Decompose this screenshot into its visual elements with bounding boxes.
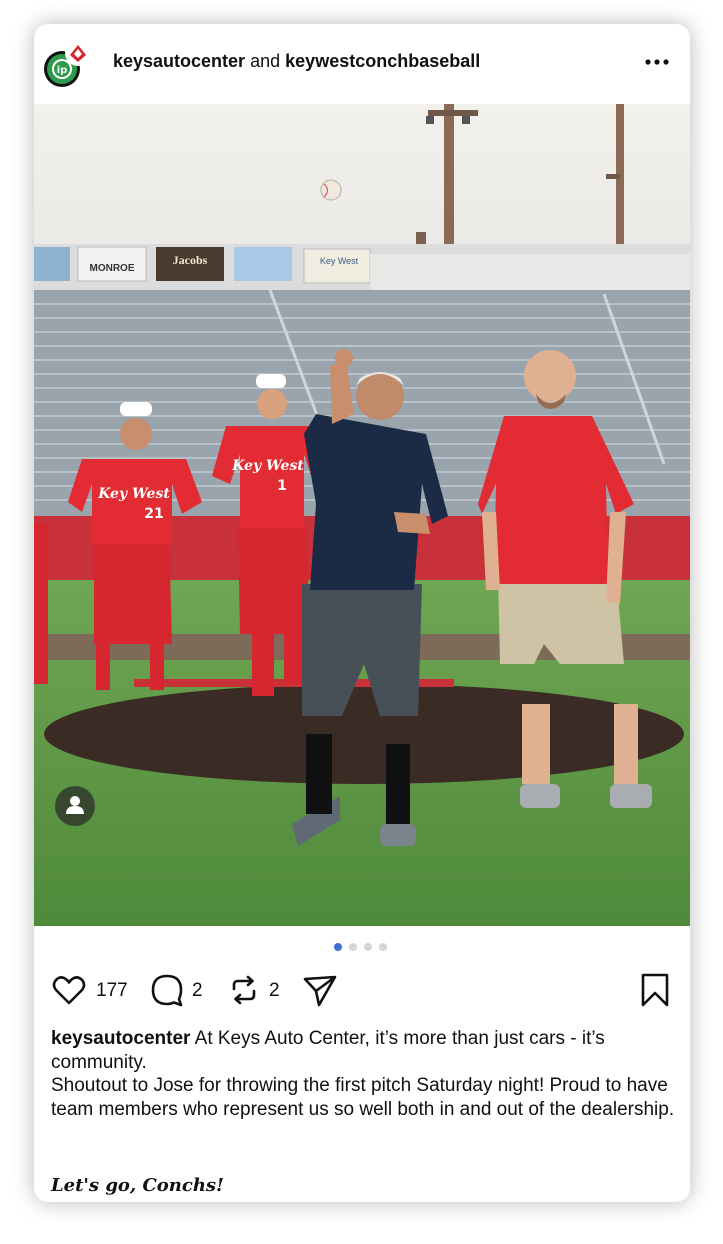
carousel-dot-1 (334, 943, 342, 951)
billboard-jacobs: Jacobs (173, 253, 208, 267)
author-joiner: and (250, 51, 281, 71)
repost-button[interactable]: 2 (226, 972, 286, 1008)
post-header: ip keysautocenter and keywestconchbaseba… (34, 24, 690, 102)
bookmark-icon (641, 973, 669, 1007)
jersey-text-21: Key West (97, 486, 170, 502)
like-count: 177 (96, 980, 128, 1001)
post-photo[interactable]: MONROE Jacobs Key West Key West 21 Key W… (34, 104, 690, 926)
more-options-icon[interactable] (644, 52, 670, 72)
post-authors: keysautocenter and keywestconchbaseball (113, 51, 480, 72)
caption-signoff: Let's go, Conchs! (51, 1175, 224, 1196)
comment-button[interactable]: 2 (149, 972, 209, 1008)
carousel-indicator (334, 943, 394, 951)
post-caption: keysautocenter At Keys Auto Center, it’s… (51, 1027, 676, 1121)
svg-text:ip: ip (57, 65, 68, 76)
author-link-primary[interactable]: keysautocenter (113, 51, 245, 71)
heart-icon (52, 976, 86, 1005)
action-bar: 177 2 2 (34, 972, 690, 1012)
save-button[interactable] (637, 972, 673, 1008)
jersey-text-1: Key West (231, 458, 304, 474)
repost-icon (232, 975, 256, 1005)
comment-bubble-icon (151, 974, 183, 1007)
carousel-dot-2 (349, 943, 357, 951)
billboard-monroe: MONROE (90, 263, 135, 274)
share-button[interactable] (302, 972, 338, 1008)
caption-first: keysautocenter At Keys Auto Center, it’s… (51, 1027, 676, 1074)
author-link-secondary[interactable]: keywestconchbaseball (285, 51, 480, 71)
carousel-dot-4 (379, 943, 387, 951)
person-tag-icon[interactable] (55, 786, 95, 826)
caption-line-2: Shoutout to Jose for throwing the first … (51, 1075, 675, 1120)
repost-count: 2 (269, 980, 280, 1001)
jersey-number-1: 1 (277, 478, 287, 494)
caption-username[interactable]: keysautocenter (51, 1028, 190, 1049)
post-card: ip keysautocenter and keywestconchbaseba… (34, 24, 690, 1202)
jersey-number-21: 21 (144, 506, 163, 522)
like-button[interactable]: 177 (51, 972, 141, 1008)
comment-count: 2 (192, 980, 203, 1001)
avatar-keywestconchbaseball[interactable] (65, 40, 91, 66)
carousel-dot-3 (364, 943, 372, 951)
send-icon (303, 975, 337, 1007)
author-avatars[interactable]: ip (43, 40, 95, 90)
billboard-keywest: Key West (320, 256, 359, 266)
